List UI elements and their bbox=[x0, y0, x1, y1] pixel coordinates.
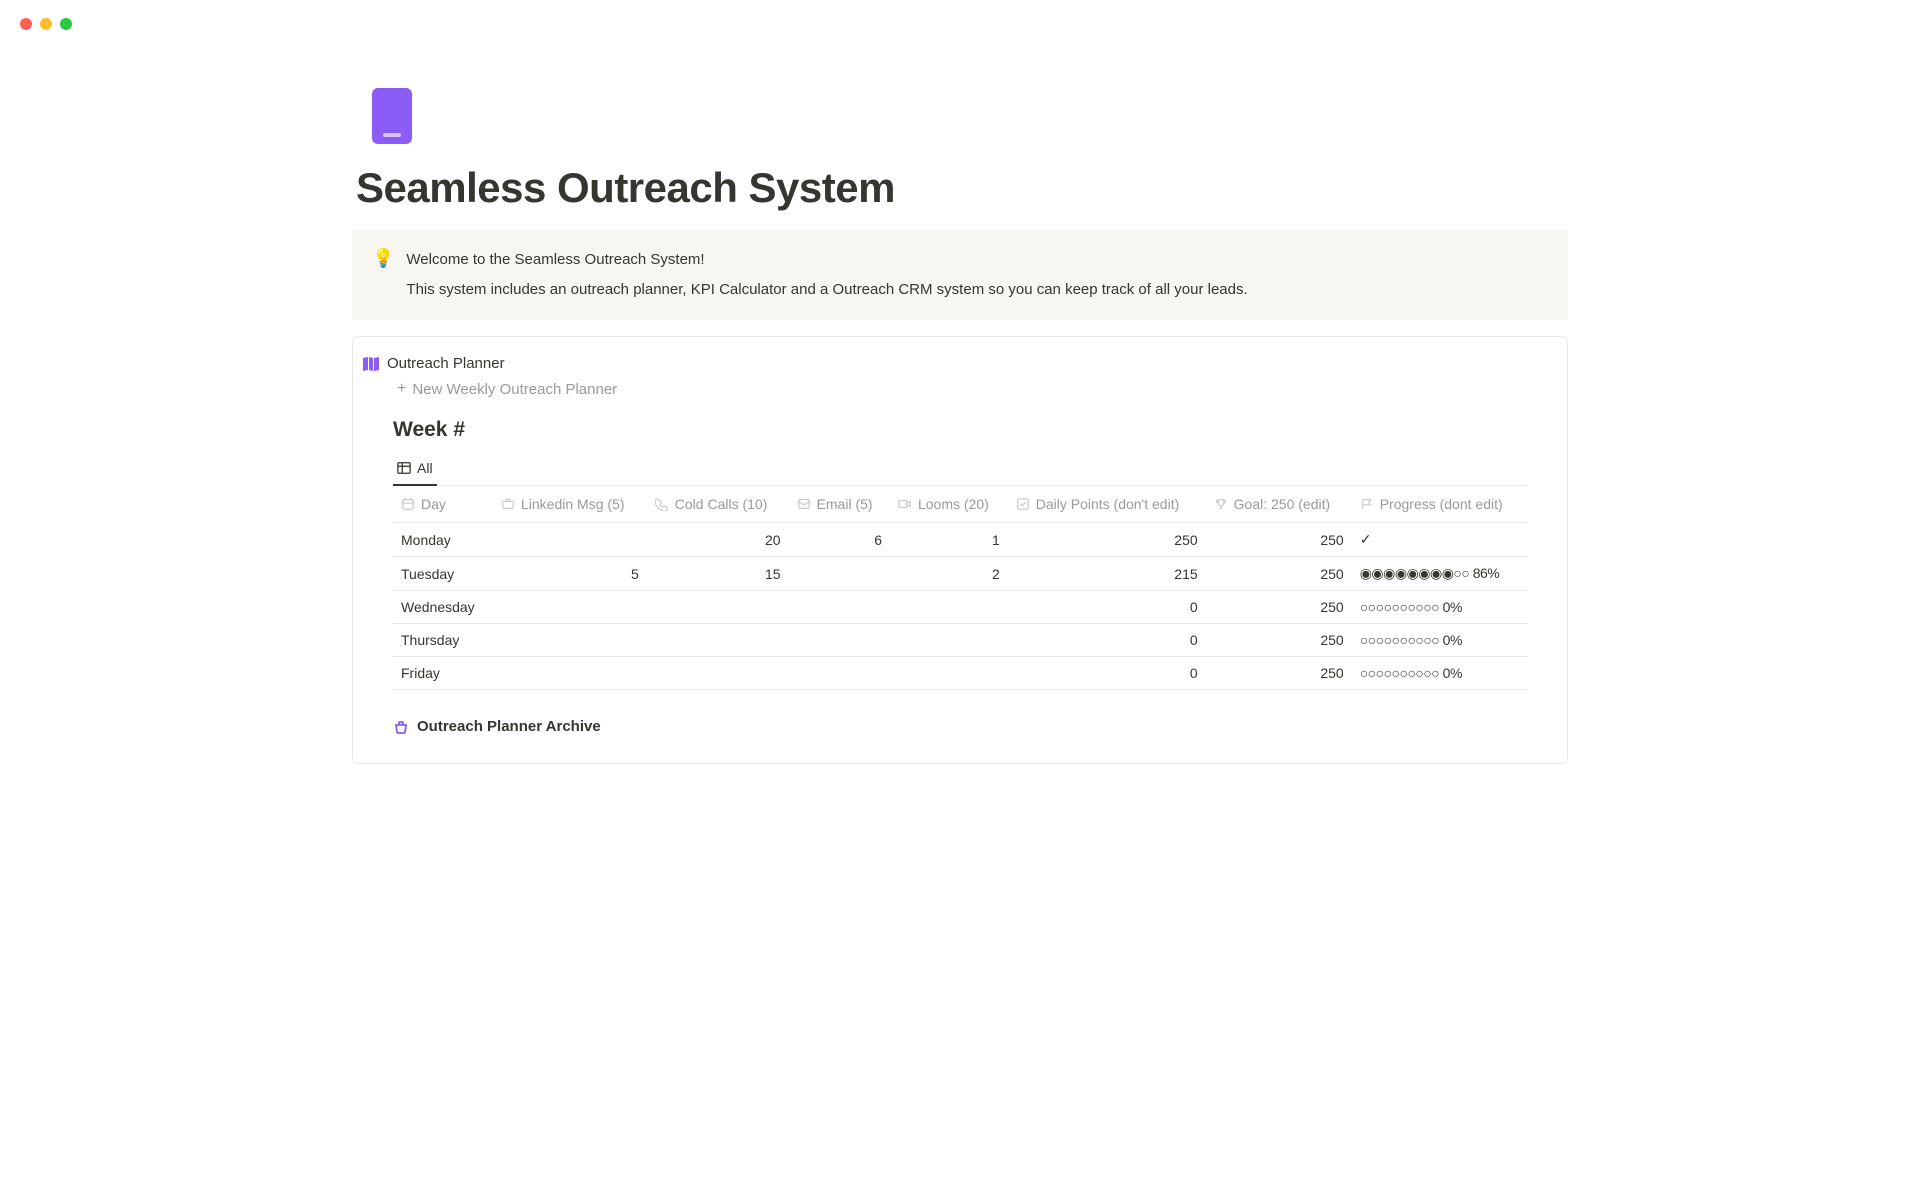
maximize-window-button[interactable] bbox=[60, 18, 72, 30]
goal-cell[interactable]: 250 bbox=[1206, 557, 1352, 591]
col-day[interactable]: Day bbox=[393, 486, 493, 523]
calls-cell[interactable] bbox=[647, 624, 789, 657]
email-cell[interactable] bbox=[789, 591, 890, 624]
trophy-icon bbox=[1214, 497, 1228, 511]
points-cell[interactable]: 0 bbox=[1008, 591, 1206, 624]
page-icon[interactable] bbox=[372, 88, 412, 144]
progress-cell[interactable]: ○○○○○○○○○○ 0% bbox=[1352, 591, 1527, 624]
calendar-icon bbox=[401, 497, 415, 511]
plus-icon: + bbox=[397, 380, 406, 398]
linkedin-cell[interactable]: 5 bbox=[493, 557, 647, 591]
table-row[interactable]: Wednesday 0250○○○○○○○○○○ 0% bbox=[393, 591, 1527, 624]
col-looms[interactable]: Looms (20) bbox=[890, 486, 1008, 523]
col-linkedin[interactable]: Linkedin Msg (5) bbox=[493, 486, 647, 523]
table-row[interactable]: Thursday 0250○○○○○○○○○○ 0% bbox=[393, 624, 1527, 657]
new-planner-label: New Weekly Outreach Planner bbox=[412, 381, 617, 398]
archive-basket-icon bbox=[393, 719, 409, 735]
archive-label: Outreach Planner Archive bbox=[417, 718, 601, 735]
points-cell[interactable]: 250 bbox=[1008, 523, 1206, 557]
email-cell[interactable] bbox=[789, 557, 890, 591]
progress-cell[interactable]: ○○○○○○○○○○ 0% bbox=[1352, 657, 1527, 690]
tab-all[interactable]: All bbox=[393, 454, 437, 486]
linkedin-cell[interactable] bbox=[493, 591, 647, 624]
calls-cell[interactable]: 20 bbox=[647, 523, 789, 557]
email-cell[interactable] bbox=[789, 624, 890, 657]
points-cell[interactable]: 0 bbox=[1008, 657, 1206, 690]
looms-cell[interactable] bbox=[890, 624, 1008, 657]
map-icon bbox=[363, 356, 379, 372]
goal-cell[interactable]: 250 bbox=[1206, 523, 1352, 557]
table-row[interactable]: Monday2061250250✓ bbox=[393, 523, 1527, 557]
window-controls bbox=[0, 0, 1920, 48]
col-points[interactable]: Daily Points (don't edit) bbox=[1008, 486, 1206, 523]
looms-cell[interactable] bbox=[890, 657, 1008, 690]
looms-cell[interactable]: 2 bbox=[890, 557, 1008, 591]
calls-cell[interactable]: 15 bbox=[647, 557, 789, 591]
table-row[interactable]: Tuesday515 2215250◉◉◉◉◉◉◉◉○○ 86% bbox=[393, 557, 1527, 591]
page-title[interactable]: Seamless Outreach System bbox=[356, 164, 1568, 212]
goal-cell[interactable]: 250 bbox=[1206, 624, 1352, 657]
minimize-window-button[interactable] bbox=[40, 18, 52, 30]
flag-icon bbox=[1360, 497, 1374, 511]
day-cell[interactable]: Tuesday bbox=[393, 557, 493, 591]
briefcase-icon bbox=[501, 497, 515, 511]
close-window-button[interactable] bbox=[20, 18, 32, 30]
mail-icon bbox=[797, 497, 811, 511]
new-weekly-planner-button[interactable]: + New Weekly Outreach Planner bbox=[397, 380, 1527, 398]
progress-cell[interactable]: ○○○○○○○○○○ 0% bbox=[1352, 624, 1527, 657]
looms-cell[interactable] bbox=[890, 591, 1008, 624]
goal-cell[interactable]: 250 bbox=[1206, 657, 1352, 690]
col-email[interactable]: Email (5) bbox=[789, 486, 890, 523]
day-cell[interactable]: Friday bbox=[393, 657, 493, 690]
planner-table: Day Linkedin Msg (5) Cold Calls (10) Ema… bbox=[393, 486, 1527, 690]
points-cell[interactable]: 215 bbox=[1008, 557, 1206, 591]
welcome-callout: 💡 Welcome to the Seamless Outreach Syste… bbox=[352, 230, 1568, 320]
archive-link[interactable]: Outreach Planner Archive bbox=[393, 718, 1527, 735]
checkbox-icon bbox=[1016, 497, 1030, 511]
day-cell[interactable]: Monday bbox=[393, 523, 493, 557]
linkedin-cell[interactable] bbox=[493, 523, 647, 557]
linkedin-cell[interactable] bbox=[493, 624, 647, 657]
col-calls[interactable]: Cold Calls (10) bbox=[647, 486, 789, 523]
progress-cell[interactable]: ✓ bbox=[1352, 523, 1527, 557]
looms-cell[interactable]: 1 bbox=[890, 523, 1008, 557]
table-row[interactable]: Friday 0250○○○○○○○○○○ 0% bbox=[393, 657, 1527, 690]
points-cell[interactable]: 0 bbox=[1008, 624, 1206, 657]
callout-line-2: This system includes an outreach planner… bbox=[406, 278, 1247, 302]
table-icon bbox=[397, 461, 411, 475]
day-cell[interactable]: Thursday bbox=[393, 624, 493, 657]
week-section-title[interactable]: Week # bbox=[393, 418, 1527, 442]
email-cell[interactable] bbox=[789, 657, 890, 690]
video-icon bbox=[898, 497, 912, 511]
email-cell[interactable]: 6 bbox=[789, 523, 890, 557]
col-goal[interactable]: Goal: 250 (edit) bbox=[1206, 486, 1352, 523]
lightbulb-icon: 💡 bbox=[372, 248, 394, 302]
planner-title[interactable]: Outreach Planner bbox=[387, 355, 505, 372]
progress-cell[interactable]: ◉◉◉◉◉◉◉◉○○ 86% bbox=[1352, 557, 1527, 591]
calls-cell[interactable] bbox=[647, 657, 789, 690]
tab-all-label: All bbox=[417, 460, 433, 476]
goal-cell[interactable]: 250 bbox=[1206, 591, 1352, 624]
linkedin-cell[interactable] bbox=[493, 657, 647, 690]
col-progress[interactable]: Progress (dont edit) bbox=[1352, 486, 1527, 523]
day-cell[interactable]: Wednesday bbox=[393, 591, 493, 624]
callout-line-1: Welcome to the Seamless Outreach System! bbox=[406, 248, 1247, 272]
calls-cell[interactable] bbox=[647, 591, 789, 624]
phone-icon bbox=[655, 497, 669, 511]
outreach-planner-panel: Outreach Planner + New Weekly Outreach P… bbox=[352, 336, 1568, 764]
